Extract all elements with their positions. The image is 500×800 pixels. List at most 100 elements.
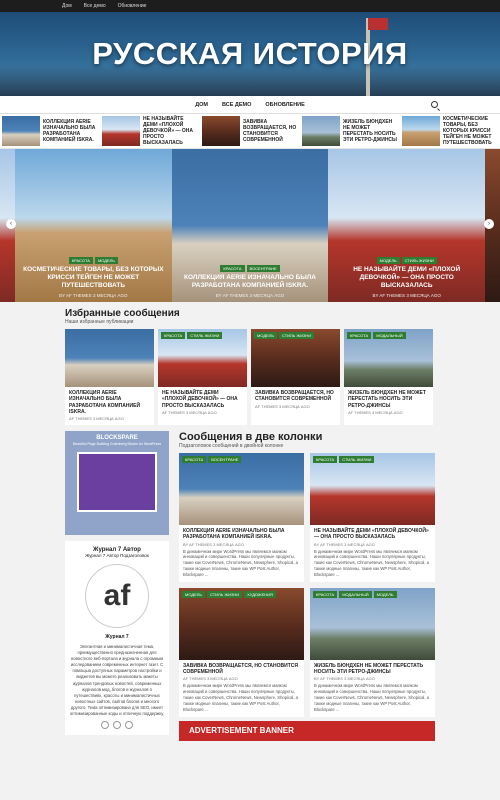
slide-title[interactable]: КОСМЕТИЧЕСКИЕ ТОВАРЫ, БЕЗ КОТОРЫХ КРИССИ… [21,266,166,290]
ticker-item[interactable]: Косметические товары, без которых Крисси… [402,116,498,146]
slide[interactable]: МОДЕЛЬ СТИЛЬ ЖИЗНИ НЕ НАЗЫВАЙТЕ ДЕМИ «ПЛО… [328,149,486,302]
card-image[interactable] [65,329,154,387]
card-author[interactable]: AF THEMES [255,404,278,409]
tag[interactable]: КРАСОТА [161,332,186,339]
card-author[interactable]: AF THEMES [69,416,92,421]
nav-item-all-demos[interactable]: ВСЕ ДЕМО [222,102,251,108]
card-author[interactable]: AF THEMES [162,410,185,415]
card-image[interactable]: МОДЕЛЬ СТИЛЬ ЖИЗНИ [251,329,340,387]
tag[interactable]: СТИЛЬ ЖИЗНИ [401,256,437,264]
tag[interactable]: СТИЛЬ ЖИЗНИ [206,590,243,598]
nav-item-home[interactable]: ДОМ [195,102,208,108]
tag[interactable]: ВОСЕНТРАНЕ [208,456,242,463]
featured-card[interactable]: МОДЕЛЬ СТИЛЬ ЖИЗНИ ЗАВИВКА ВОЗВРАЩАЕТСЯ, … [251,329,340,425]
card-image[interactable]: МОДЕЛЬ СТИЛЬ ЖИЗНИ ХУДОЖЕНИЯ [179,587,304,660]
twitter-icon[interactable] [113,721,121,730]
post-card[interactable]: МОДЕЛЬ СТИЛЬ ЖИЗНИ ХУДОЖЕНИЯ ЗАВИВКА ВОЗВР… [179,587,304,717]
card-title[interactable]: ЖИЗЕЛЬ БЮНДХЕН НЕ МОЖЕТ ПЕРЕСТАТЬ НОСИТЬ… [344,387,433,410]
tag[interactable]: КРАСОТА [313,456,338,463]
facebook-icon[interactable] [101,721,109,730]
top-link-home[interactable]: Дом [62,3,72,9]
slide-title[interactable]: НЕ НАЗЫВАЙТЕ ДЕМИ «ПЛОХОЙ ДЕВОЧКОЙ» — ОН… [334,266,479,290]
card-author[interactable]: BY AF THEMES [314,676,343,681]
card-title[interactable]: ЗАВИВКА ВОЗВРАЩАЕТСЯ, НО СТАНОВИТСЯ СОВР… [251,387,340,404]
slide-title[interactable]: КОЛЛЕКЦИЯ AERIE ИЗНАЧАЛЬНО БЫЛА РАЗРАБОТ… [178,274,323,290]
card-image[interactable]: КРАСОТА СТИЛЬ ЖИЗНИ [158,329,247,387]
tag[interactable]: КРАСОТА [182,456,207,463]
search-icon[interactable] [431,101,438,108]
card-excerpt: В динамичном мире WordPress мы являемся … [183,548,298,578]
card-image[interactable]: КРАСОТА СТИЛЬ ЖИЗНИ [310,453,435,525]
post-card[interactable]: КРАСОТА СТИЛЬ ЖИЗНИ НЕ НАЗЫВАЙТЕ ДЕМИ «ПЛ… [310,453,435,582]
card-excerpt: В динамичном мире WordPress мы являемся … [314,683,429,712]
slide[interactable]: КРАСОТА МОДЕЛЬ КОСМЕТИЧЕСКИЕ ТОВАРЫ, БЕЗ … [15,149,172,302]
tag[interactable]: МОДЕЛЬ [373,590,397,598]
post-card[interactable]: КРАСОТА МОДАЛЬНЫЙ МОДЕЛЬ ЖИЗЕЛЬ БЮНДХЕН НЕ… [310,587,435,717]
ticker-title: Жизель Бюндхен не может перестать носить… [343,119,397,143]
section-subheading: Наши избранные публикации [65,319,134,325]
top-link-update[interactable]: Обновление [118,3,147,9]
slide-author[interactable]: BY AF THEMES [372,293,405,298]
card-image[interactable]: КРАСОТА ВОСЕНТРАНЕ [179,453,304,525]
featured-card[interactable]: КОЛЛЕКЦИЯ AERIE ИЗНАЧАЛЬНО БЫЛА РАЗРАБОТ… [65,329,154,425]
ticker-item[interactable]: Не называйте Деми «плохой девочкой» — он… [102,116,198,146]
card-author[interactable]: BY AF THEMES [183,542,212,547]
tag[interactable]: МОДЕЛЬ [376,256,400,264]
post-card[interactable]: КРАСОТА ВОСЕНТРАНЕ КОЛЛЕКЦИЯ AERIE ИЗНАЧА… [179,453,304,582]
tag[interactable]: КРАСОТА [313,590,338,598]
card-image[interactable]: КРАСОТА МОДАЛЬНЫЙ МОДЕЛЬ [310,587,435,660]
card-title[interactable]: КОЛЛЕКЦИЯ AERIE ИЗНАЧАЛЬНО БЫЛА РАЗРАБОТ… [179,525,304,542]
ticker-item[interactable]: Завивка возвращается, но становится совр… [202,116,298,146]
slider-prev-arrow-icon[interactable]: ‹ [6,219,16,229]
tag[interactable]: СТИЛЬ ЖИЗНИ [339,456,375,463]
card-date: 3 МЕСЯЦА AGO [213,541,244,547]
card-title[interactable]: НЕ НАЗЫВАЙТЕ ДЕМИ «ПЛОХОЙ ДЕВОЧКОЙ» — ОН… [310,525,435,542]
card-title[interactable]: ЗАВИВКА ВОЗВРАЩАЕТСЯ, НО СТАНОВИТСЯ СОВР… [179,660,304,677]
site-header: РУССКАЯ ИСТОРИЯ [0,12,500,96]
tag[interactable]: МОДЕЛЬ [254,332,277,339]
flag-graphic [368,18,388,30]
sidebar-ad[interactable]: BLOCKSPARE Beautiful Page Building Guten… [65,431,169,535]
tag[interactable]: МОДЕЛЬ [94,256,118,264]
tag[interactable]: ХУДОЖЕНИЯ [244,590,276,598]
card-excerpt: В динамичном мире WordPress мы являемся … [314,548,429,578]
slide[interactable]: КРАСОТА ВОСЕНТРАНЕ КОЛЛЕКЦИЯ AERIE ИЗНАЧА… [171,149,329,302]
tag[interactable]: МОДЕЛЬ [182,590,205,598]
card-author[interactable]: BY AF THEMES [314,542,343,547]
tag[interactable]: СТИЛЬ ЖИЗНИ [187,332,223,339]
tag[interactable]: ВОСЕНТРАНЕ [246,264,280,272]
ad-screenshot [77,452,157,512]
instagram-icon[interactable] [125,721,133,730]
card-title[interactable]: КОЛЛЕКЦИЯ AERIE ИЗНАЧАЛЬНО БЫЛА РАЗРАБОТ… [65,387,154,416]
nav-item-update[interactable]: ОБНОВЛЕНИЕ [265,102,304,108]
tag[interactable]: МОДАЛЬНЫЙ [373,332,406,339]
slide-author[interactable]: BY AF THEMES [59,293,92,298]
slide-date: 3 МЕСЯЦА AGO [249,293,285,298]
site-title[interactable]: РУССКАЯ ИСТОРИЯ [92,36,407,72]
tag[interactable]: КРАСОТА [68,256,93,264]
social-links [69,721,165,730]
ticker-item[interactable]: Коллекция Aerie изначально была разработ… [2,116,98,146]
author-name[interactable]: Журнал 7 [69,634,165,640]
ad-brand: BLOCKSPARE [96,435,138,441]
advertisement-banner[interactable]: ADVERTISEMENT BANNER [179,720,435,741]
card-author[interactable]: AF THEMES [183,676,206,681]
card-title[interactable]: ЖИЗЕЛЬ БЮНДХЕН НЕ МОЖЕТ ПЕРЕСТАТЬ НОСИТЬ… [310,660,435,677]
ticker-item[interactable]: Жизель Бюндхен не может перестать носить… [302,116,398,146]
top-bar: Дом Все демо Обновление [0,0,500,12]
ticker-thumb [202,116,240,146]
tag[interactable]: КРАСОТА [220,264,245,272]
featured-card[interactable]: КРАСОТА МОДАЛЬНЫЙ ЖИЗЕЛЬ БЮНДХЕН НЕ МОЖЕТ… [344,329,433,425]
card-title[interactable]: НЕ НАЗЫВАЙТЕ ДЕМИ «ПЛОХОЙ ДЕВОЧКОЙ» — ОН… [158,387,247,410]
slide-author[interactable]: BY AF THEMES [216,293,249,298]
card-image[interactable]: КРАСОТА МОДАЛЬНЫЙ [344,329,433,387]
tag[interactable]: КРАСОТА [347,332,372,339]
ticker-title: Не называйте Деми «плохой девочкой» — он… [143,116,193,146]
tag[interactable]: СТИЛЬ ЖИЗНИ [278,332,315,339]
ticker-title: Коллекция Aerie изначально была разработ… [43,119,96,143]
slider-next-arrow-icon[interactable]: › [484,219,494,229]
card-author[interactable]: AF THEMES [348,410,371,415]
top-link-all-demos[interactable]: Все демо [84,3,106,9]
tag[interactable]: МОДАЛЬНЫЙ [339,590,372,598]
featured-card[interactable]: КРАСОТА СТИЛЬ ЖИЗНИ НЕ НАЗЫВАЙТЕ ДЕМИ «ПЛ… [158,329,247,425]
